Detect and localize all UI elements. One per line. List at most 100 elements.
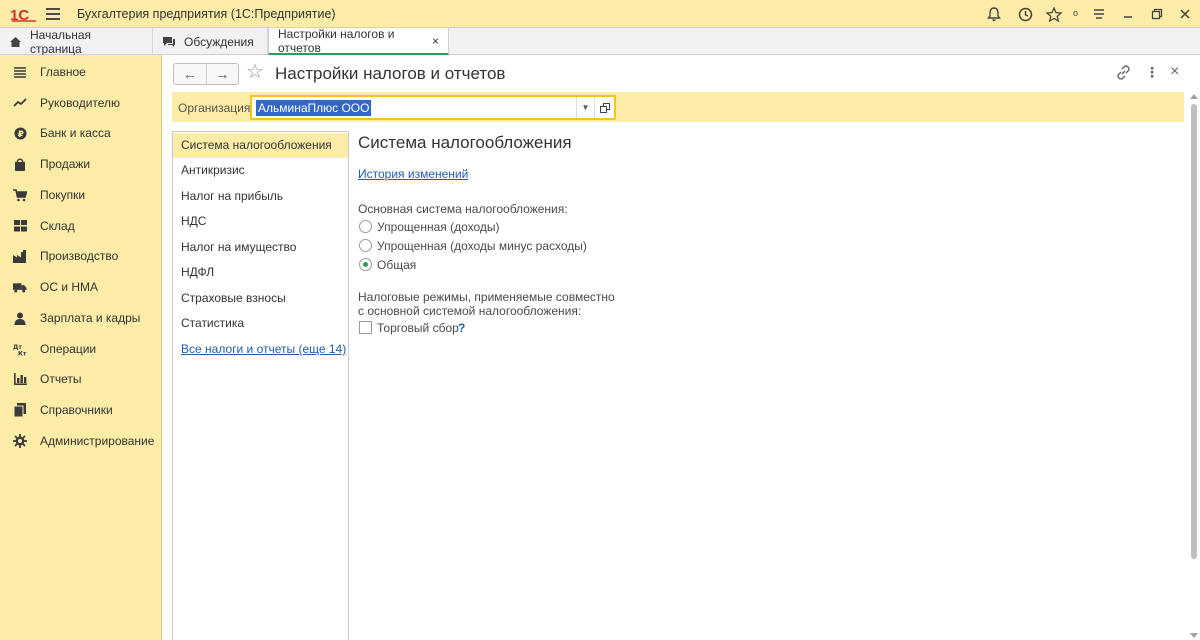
sections-panel: Главное Руководителю ₽ Банк и касса Прод… [0, 55, 162, 640]
minimize-icon[interactable] [1118, 4, 1138, 24]
sidebar-item-label: Зарплата и кадры [40, 311, 141, 325]
sidebar-item-directories[interactable]: Справочники [0, 397, 162, 423]
books-icon [13, 403, 27, 417]
sidebar-item-salary[interactable]: Зарплата и кадры [0, 305, 162, 331]
form-header: ← → ☆ Настройки налогов и отчетов ⋮ × [163, 55, 1190, 91]
radio-label: Упрощенная (доходы минус расходы) [377, 239, 587, 253]
tab-home-label: Начальная страница [30, 27, 92, 56]
radio-usn-income[interactable]: Упрощенная (доходы) [358, 219, 598, 235]
sidebar-item-label: Администрирование [40, 434, 155, 448]
combined-regimes-label-line2: с основной системой налогообложения: [358, 304, 582, 318]
svg-text:₽: ₽ [17, 130, 23, 140]
radio-label: Общая [377, 258, 417, 272]
back-button[interactable]: ← [174, 64, 207, 84]
trend-icon [13, 96, 27, 110]
favorite-star-icon[interactable]: ☆ [246, 62, 264, 82]
forward-button[interactable]: → [207, 64, 239, 84]
nav-anticrisis[interactable]: Антикризис [173, 158, 348, 183]
sidebar-item-sales[interactable]: Продажи [0, 151, 162, 177]
radio-circle[interactable] [359, 220, 372, 233]
1c-logo-icon: 1С [9, 5, 39, 24]
nav-tax-system[interactable]: Система налогообложения [173, 133, 348, 158]
bar-chart-icon [13, 372, 27, 386]
scroll-up-icon[interactable] [1190, 94, 1198, 99]
trade-fee-label: Торговый сбор [377, 321, 459, 335]
sidebar-item-reports[interactable]: Отчеты [0, 366, 162, 392]
settings-small-label[interactable]: о [1073, 8, 1078, 18]
truck-icon [13, 280, 27, 294]
radio-usn-income-minus-expenses[interactable]: Упрощенная (доходы минус расходы) [358, 238, 598, 254]
organization-field[interactable]: АльминаПлюс ООО ▼ [250, 95, 616, 120]
dropdown-arrow-icon[interactable]: ▼ [576, 97, 594, 118]
tab-tax-settings-label: Настройки налогов и отчетов [278, 26, 395, 55]
sidebar-item-fixed-assets[interactable]: ОС и НМА [0, 274, 162, 300]
radio-label: Упрощенная (доходы) [377, 220, 500, 234]
favorites-star-icon[interactable] [1044, 4, 1064, 24]
chat-icon [162, 36, 176, 48]
factory-icon [13, 249, 27, 263]
sidebar-item-main[interactable]: Главное [0, 59, 162, 85]
history-link[interactable]: История изменений [358, 167, 468, 181]
close-tab-icon[interactable]: × [432, 34, 439, 48]
vertical-scrollbar[interactable] [1190, 92, 1198, 640]
link-icon[interactable] [1116, 65, 1131, 83]
nav-ndfl[interactable]: НДФЛ [173, 260, 348, 285]
nav-all-taxes-link[interactable]: Все налоги и отчеты (еще 14) [173, 337, 348, 362]
organization-bar: Организация: АльминаПлюс ООО ▼ [172, 92, 1184, 122]
cart-icon [13, 188, 27, 202]
sidebar-item-label: Отчеты [40, 372, 82, 386]
close-form-button[interactable]: × [1170, 63, 1179, 81]
navigation-buttons: ← → [173, 63, 239, 85]
radio-circle[interactable] [359, 239, 372, 252]
help-icon[interactable]: ? [458, 321, 465, 335]
sidebar-item-warehouse[interactable]: Склад [0, 213, 162, 239]
tab-home[interactable]: Начальная страница [0, 27, 153, 56]
combined-regimes-label-line1: Налоговые режимы, применяемые совместно [358, 290, 615, 304]
home-icon [9, 36, 22, 48]
scroll-down-icon[interactable] [1190, 633, 1198, 638]
radio-circle-selected[interactable] [359, 258, 372, 271]
more-menu-button[interactable]: ⋮ [1145, 64, 1159, 81]
sidebar-item-administration[interactable]: Администрирование [0, 428, 162, 454]
open-organization-icon[interactable] [594, 97, 614, 118]
tab-discussions[interactable]: Обсуждения [153, 28, 268, 55]
sidebar-item-manager[interactable]: Руководителю [0, 90, 162, 116]
nav-vat[interactable]: НДС [173, 209, 348, 234]
app-title: Бухгалтерия предприятия (1С:Предприятие) [77, 7, 336, 21]
radio-general[interactable]: Общая [358, 257, 598, 273]
sidebar-item-label: ОС и НМА [40, 280, 99, 294]
sidebar-item-label: Руководителю [40, 96, 121, 110]
main-menu-icon[interactable] [46, 8, 60, 20]
tab-tax-settings[interactable]: Настройки налогов и отчетов × [268, 26, 449, 55]
sidebar-item-purchases[interactable]: Покупки [0, 182, 162, 208]
sidebar-item-label: Главное [40, 65, 86, 79]
trade-fee-checkbox[interactable] [359, 321, 372, 334]
restore-icon[interactable] [1147, 4, 1167, 24]
sidebar-item-bank[interactable]: ₽ Банк и касса [0, 120, 162, 146]
close-window-icon[interactable] [1175, 4, 1195, 24]
nav-property-tax[interactable]: Налог на имущество [173, 235, 348, 260]
warehouse-icon [13, 219, 27, 233]
history-icon[interactable] [1015, 4, 1035, 24]
sidebar-item-label: Покупки [40, 188, 86, 202]
main-system-label: Основная система налогообложения: [358, 202, 568, 216]
nav-profit-tax[interactable]: Налог на прибыль [173, 184, 348, 209]
sidebar-item-label: Склад [40, 219, 75, 233]
nav-insurance[interactable]: Страховые взносы [173, 286, 348, 311]
tab-discussions-label: Обсуждения [184, 34, 254, 49]
settings-menu-icon[interactable] [1089, 4, 1109, 24]
menu-icon [13, 65, 27, 79]
title-bar: 1С Бухгалтерия предприятия (1С:Предприят… [0, 0, 1200, 28]
dt-kt-icon: Дт Кт [13, 342, 27, 356]
sidebar-item-operations[interactable]: Дт Кт Операции [0, 336, 162, 362]
bell-icon[interactable] [984, 4, 1004, 24]
page-title: Настройки налогов и отчетов [275, 64, 506, 83]
nav-statistics[interactable]: Статистика [173, 311, 348, 336]
scrollbar-thumb[interactable] [1191, 104, 1197, 559]
sidebar-item-production[interactable]: Производство [0, 243, 162, 269]
sidebar-item-label: Операции [40, 342, 97, 356]
sidebar-item-label: Банк и касса [40, 126, 111, 140]
section-title: Система налогообложения [358, 133, 572, 152]
organization-label: Организация: [178, 101, 254, 115]
organization-value[interactable]: АльминаПлюс ООО [256, 100, 372, 116]
